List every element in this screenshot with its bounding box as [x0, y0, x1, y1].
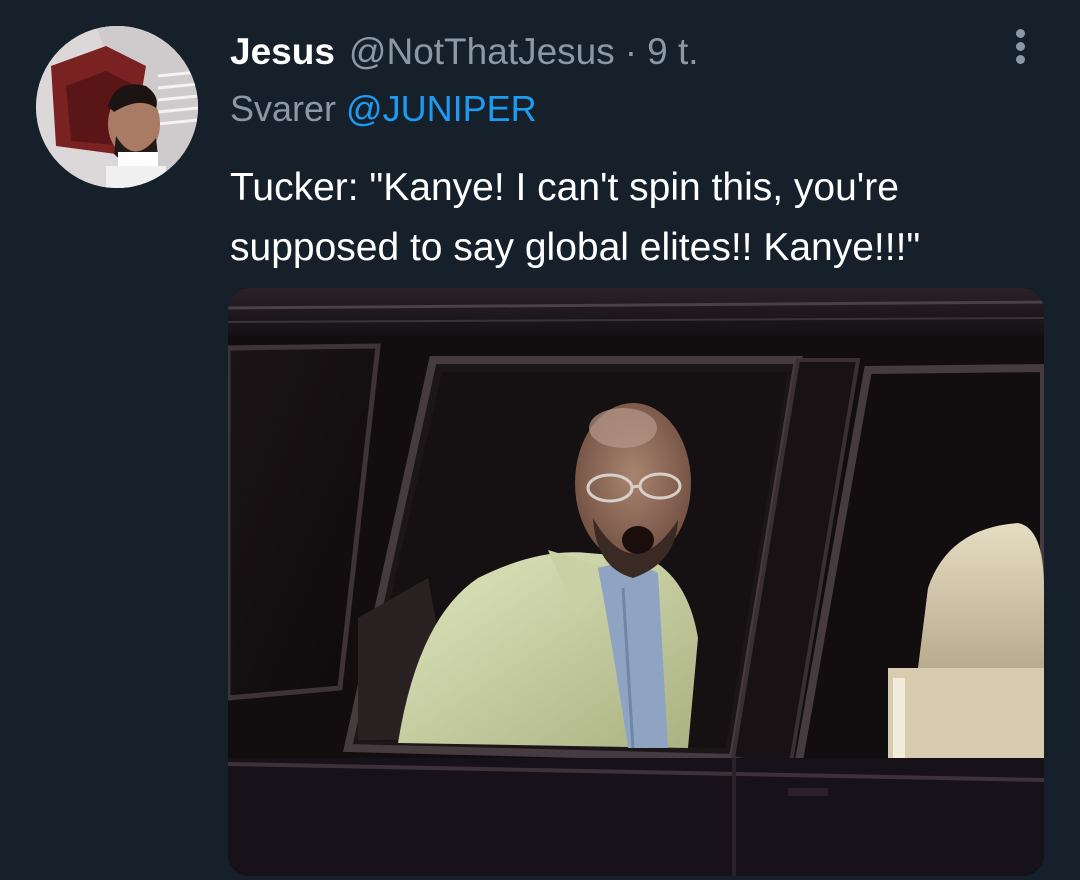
display-name[interactable]: Jesus [230, 31, 335, 73]
tweet: Jesus @NotThatJesus · 9 t. Svarer @JUNIP… [0, 0, 1080, 880]
avatar[interactable] [36, 26, 198, 188]
tweet-media[interactable] [228, 288, 1044, 876]
reply-mention[interactable]: @JUNIPER [346, 88, 537, 129]
reply-context: Svarer @JUNIPER [230, 88, 537, 130]
reply-prefix: Svarer [230, 88, 337, 129]
timestamp[interactable]: 9 t. [647, 31, 698, 73]
avatar-image [36, 26, 198, 188]
user-handle[interactable]: @NotThatJesus [349, 31, 615, 73]
more-options-button[interactable] [1003, 24, 1039, 68]
tweet-text: Tucker: "Kanye! I can't spin this, you'r… [230, 166, 921, 269]
media-photo [228, 288, 1044, 876]
tweet-header: Jesus @NotThatJesus · 9 t. [230, 26, 699, 78]
separator-dot: · [624, 31, 638, 72]
